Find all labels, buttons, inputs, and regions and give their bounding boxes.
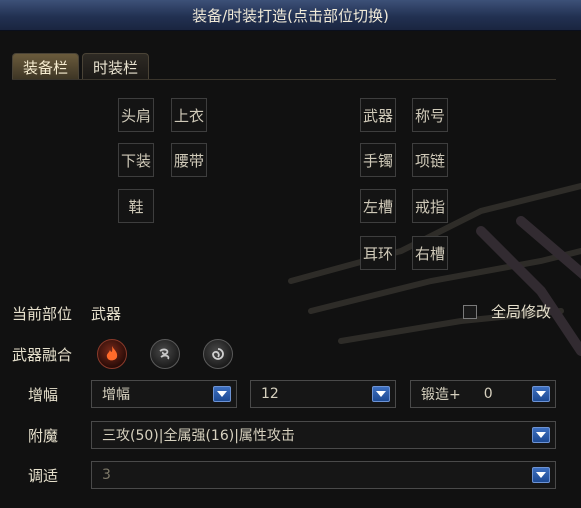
slot-weapon[interactable]: 武器 [360, 98, 396, 132]
chevron-down-icon[interactable] [372, 386, 390, 402]
slot-left[interactable]: 左槽 [360, 189, 396, 223]
chevron-down-icon[interactable] [532, 427, 550, 443]
chevron-down-icon[interactable] [532, 467, 550, 483]
amplify-type-value: 增幅 [102, 387, 130, 403]
enchant-select[interactable]: 三攻(50)|全属强(16)|属性攻击 [91, 421, 556, 449]
global-edit-checkbox[interactable] [463, 305, 477, 319]
fire-icon[interactable] [97, 339, 127, 369]
slot-top[interactable]: 上衣 [171, 98, 207, 132]
slot-necklace[interactable]: 项链 [412, 143, 448, 177]
slot-bottom[interactable]: 下装 [118, 143, 154, 177]
forge-select[interactable]: 锻造+ 0 [410, 380, 556, 408]
current-part-value: 武器 [91, 305, 122, 323]
forge-value: 0 [483, 386, 493, 402]
chevron-down-icon[interactable] [532, 386, 550, 402]
tune-label: 调适 [28, 467, 59, 485]
enchant-value: 三攻(50)|全属强(16)|属性攻击 [102, 428, 295, 444]
slot-shoulder[interactable]: 头肩 [118, 98, 154, 132]
tab-equipment[interactable]: 装备栏 [12, 53, 80, 80]
slot-belt[interactable]: 腰带 [171, 143, 207, 177]
enchant-label: 附魔 [28, 427, 59, 445]
current-part-label: 当前部位 [12, 305, 73, 323]
tune-value: 3 [102, 467, 111, 483]
slot-right[interactable]: 右槽 [412, 236, 448, 270]
amplify-level-value: 12 [261, 386, 279, 402]
window-title: 装备/时装打造(点击部位切换) [192, 6, 389, 25]
tab-divider [12, 79, 556, 80]
tab-fashion[interactable]: 时装栏 [82, 53, 150, 80]
global-edit-label: 全局修改 [491, 303, 552, 321]
slot-bracelet[interactable]: 手镯 [360, 143, 396, 177]
wind-icon[interactable] [150, 339, 180, 369]
swirl-icon[interactable] [203, 339, 233, 369]
fusion-label: 武器融合 [12, 346, 73, 364]
tab-bar: 装备栏 时装栏 [12, 53, 150, 80]
amplify-label: 增幅 [28, 386, 59, 404]
slot-title[interactable]: 称号 [412, 98, 448, 132]
tune-select[interactable]: 3 [91, 461, 556, 489]
amplify-type-select[interactable]: 增幅 [91, 380, 237, 408]
slot-earring[interactable]: 耳环 [360, 236, 396, 270]
slot-shoes[interactable]: 鞋 [118, 189, 154, 223]
chevron-down-icon[interactable] [213, 386, 231, 402]
forge-label: 锻造+ [421, 387, 461, 403]
title-bar: 装备/时装打造(点击部位切换) [0, 0, 581, 31]
amplify-level-select[interactable]: 12 [250, 380, 396, 408]
forge-panel: 装备栏 时装栏 头肩 上衣 下装 腰带 鞋 武器 称号 手镯 项链 左槽 戒指 … [0, 31, 581, 508]
slot-ring[interactable]: 戒指 [412, 189, 448, 223]
